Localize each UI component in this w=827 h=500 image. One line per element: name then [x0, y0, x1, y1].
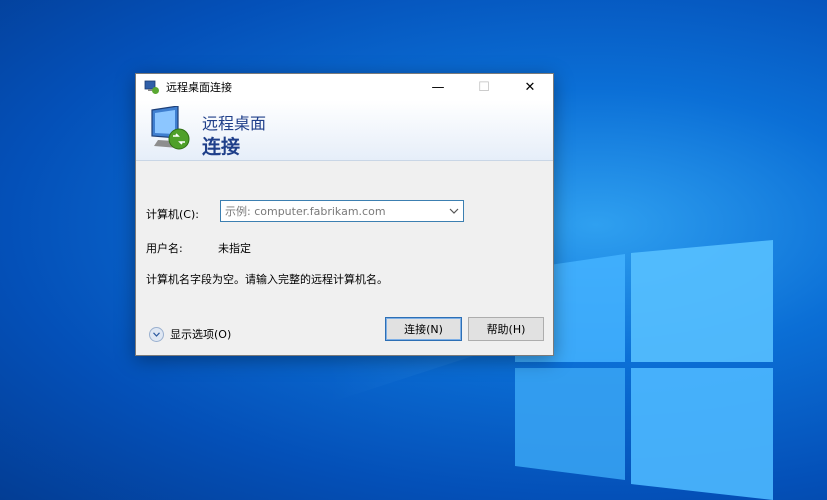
connect-button[interactable]: 连接(N): [385, 317, 462, 341]
minimize-button[interactable]: —: [415, 74, 461, 100]
chevron-down-icon[interactable]: [445, 201, 463, 221]
close-button[interactable]: ✕: [507, 74, 553, 100]
maximize-button[interactable]: ☐: [461, 74, 507, 100]
window-title: 远程桌面连接: [166, 81, 232, 94]
show-options-label: 显示选项(O): [170, 328, 232, 341]
status-message: 计算机名字段为空。请输入完整的远程计算机名。: [146, 273, 388, 286]
show-options-toggle[interactable]: 显示选项(O): [149, 326, 231, 342]
remote-desktop-dialog: 远程桌面连接 — ☐ ✕ 远程桌面 连接 计算机(C): 用户名: 未指定 计算…: [135, 73, 554, 356]
windows-logo: [515, 240, 773, 500]
banner-title-line1: 远程桌面: [202, 114, 267, 133]
username-label: 用户名:: [146, 242, 183, 255]
help-button[interactable]: 帮助(H): [468, 317, 544, 341]
remote-desktop-monitor-icon: [151, 106, 190, 150]
computer-label: 计算机(C):: [146, 208, 199, 221]
computer-input[interactable]: [221, 204, 445, 218]
dialog-banner: 远程桌面 连接: [136, 100, 553, 161]
chevron-down-circle-icon: [149, 326, 164, 342]
username-value: 未指定: [218, 242, 251, 255]
computer-combobox[interactable]: [220, 200, 464, 222]
title-bar[interactable]: 远程桌面连接 — ☐ ✕: [136, 74, 553, 100]
banner-title-line2: 连接: [202, 136, 241, 158]
remote-desktop-icon: [144, 80, 159, 94]
